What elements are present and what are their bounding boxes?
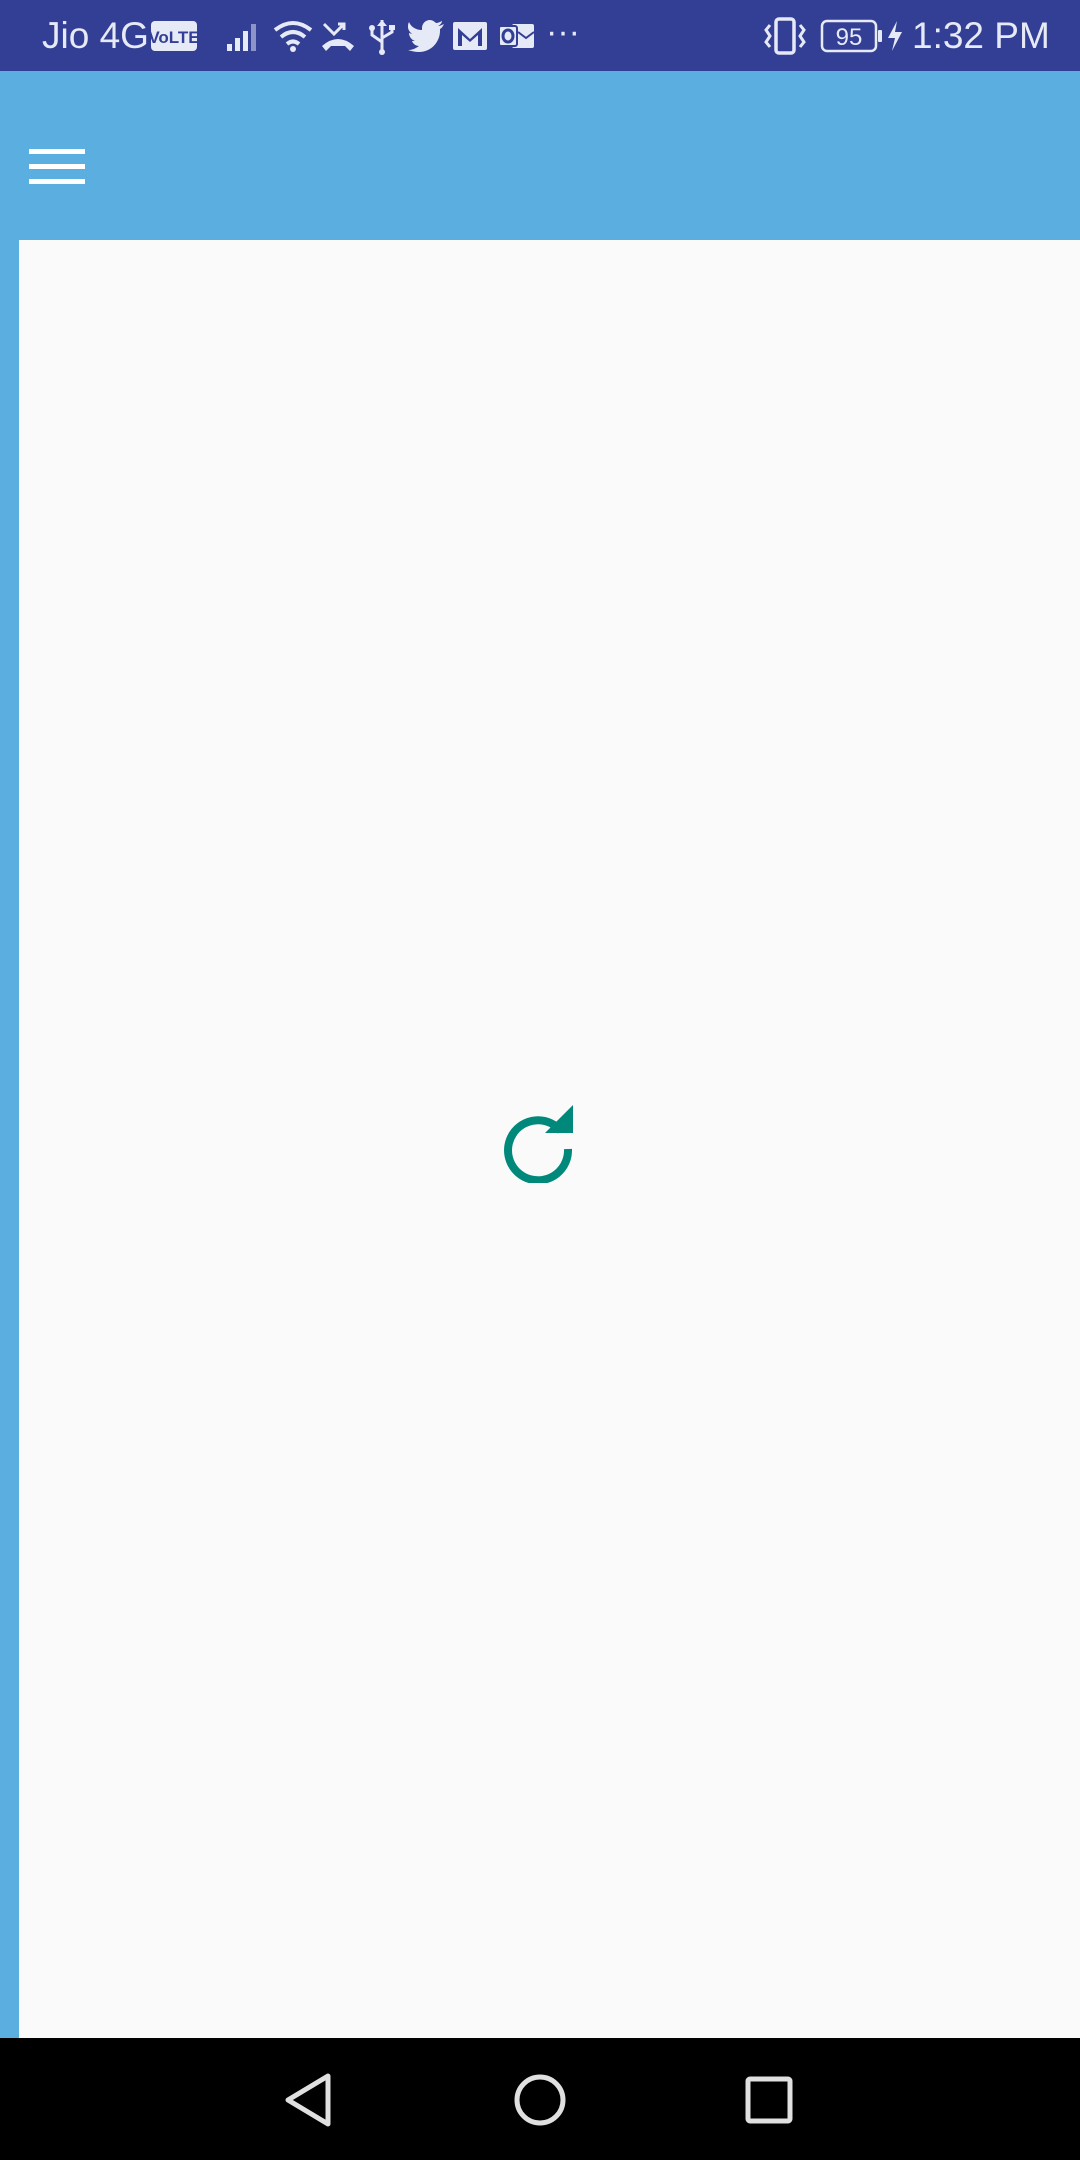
recents-icon bbox=[745, 2076, 793, 2124]
missed-call-icon bbox=[320, 18, 356, 59]
wifi-icon bbox=[272, 18, 314, 59]
gmail-icon bbox=[452, 20, 488, 57]
hamburger-menu-icon bbox=[29, 149, 85, 184]
recents-button[interactable] bbox=[727, 2058, 811, 2142]
svg-text:VoLTE: VoLTE bbox=[150, 28, 198, 47]
back-button[interactable] bbox=[268, 2058, 352, 2142]
refresh-icon bbox=[504, 1105, 573, 1185]
status-bar: Jio 4G VoLTE ··· 95 1:32 PM bbox=[0, 0, 1080, 71]
outlook-icon bbox=[498, 20, 536, 57]
vibrate-icon bbox=[762, 16, 808, 61]
refresh-button[interactable] bbox=[501, 1105, 579, 1185]
navigation-bar bbox=[0, 2038, 1080, 2160]
signal-icon bbox=[226, 20, 262, 57]
app-bar bbox=[0, 71, 1080, 240]
navigation-drawer-edge[interactable] bbox=[0, 71, 19, 2038]
back-icon bbox=[285, 2073, 331, 2127]
battery-icon: 95 bbox=[820, 19, 884, 58]
home-button[interactable] bbox=[498, 2058, 582, 2142]
home-icon bbox=[514, 2074, 566, 2126]
usb-icon bbox=[366, 18, 398, 61]
clock: 1:32 PM bbox=[912, 15, 1050, 56]
menu-button[interactable] bbox=[18, 127, 98, 207]
twitter-icon bbox=[408, 20, 446, 57]
carrier-label: Jio 4G bbox=[42, 15, 149, 56]
volte-badge: VoLTE bbox=[148, 20, 200, 57]
overflow-indicator: ··· bbox=[546, 13, 580, 51]
charging-icon bbox=[886, 20, 904, 57]
screen: Jio 4G VoLTE ··· 95 1:32 PM bbox=[0, 0, 1080, 2160]
svg-text:95: 95 bbox=[836, 24, 863, 51]
